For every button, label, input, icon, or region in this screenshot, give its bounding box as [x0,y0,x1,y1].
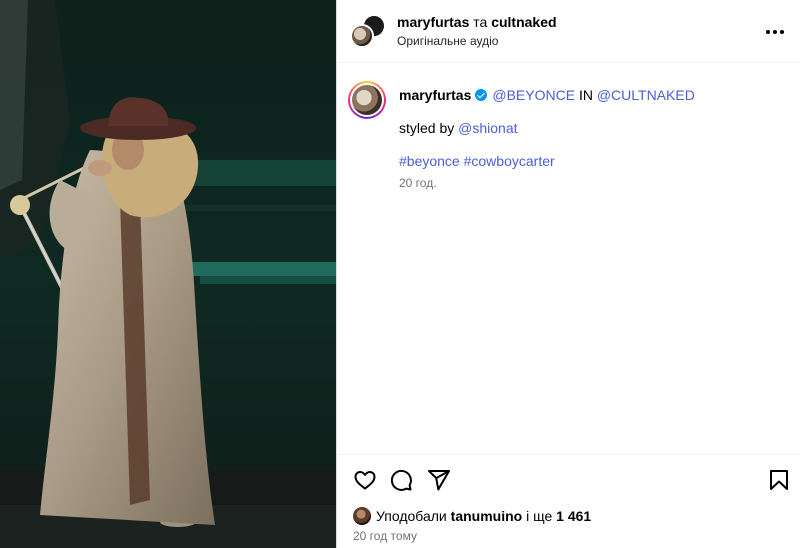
caption-hashtags: #beyonce #cowboycarter [399,153,555,169]
share-icon[interactable] [427,468,451,492]
likes-middle: і ще [526,508,553,524]
author-connector: та [473,14,488,30]
caption-username[interactable]: maryfurtas [399,87,471,103]
liker-avatar[interactable] [353,507,371,525]
mention-stylist[interactable]: @shionat [458,120,517,136]
hashtag-beyonce[interactable]: #beyonce [399,153,460,169]
post-authors: maryfurtas та cultnaked [397,14,557,30]
bookmark-icon[interactable] [767,468,791,492]
caption-in-word: IN [578,87,593,103]
post-timestamp: 20 год тому [353,529,417,543]
caption-styled-by: styled by [399,120,455,136]
likes-summary: Уподобали tanumuino і ще 1 461 [353,507,591,525]
author-link[interactable]: maryfurtas [397,14,469,30]
post-side-panel: maryfurtas та cultnaked Оригінальне ауді… [336,0,800,548]
post-media[interactable] [0,0,336,548]
more-options-icon[interactable] [763,22,787,42]
mention-cultnaked[interactable]: @CULTNAKED [597,87,695,103]
likes-count[interactable]: 1 461 [556,508,591,524]
avatar-maryfurtas[interactable] [350,24,374,48]
hashtag-cowboycarter[interactable]: #cowboycarter [464,153,555,169]
audio-link[interactable]: Оригінальне аудіо [397,34,498,48]
caption-avatar[interactable] [348,81,386,119]
post-actions: Уподобали tanumuino і ще 1 461 20 год то… [337,454,800,548]
coauthor-link[interactable]: cultnaked [491,14,556,30]
video-frame [0,0,336,548]
likes-prefix: Уподобали [376,508,447,524]
comment-icon[interactable] [389,468,413,492]
caption-first-line: maryfurtas @BEYONCE IN @CULTNAKED [399,87,695,103]
mention-beyonce[interactable]: @BEYONCE [492,87,575,103]
heart-icon[interactable] [353,468,377,492]
caption-timestamp: 20 год. [399,176,437,190]
caption-styled-line: styled by @shionat [399,120,518,136]
post-caption: maryfurtas @BEYONCE IN @CULTNAKED styled… [337,64,800,454]
post-header: maryfurtas та cultnaked Оригінальне ауді… [337,0,800,63]
verified-badge-icon [475,89,488,101]
liker-username[interactable]: tanumuino [451,508,523,524]
collab-avatars[interactable] [350,14,386,50]
